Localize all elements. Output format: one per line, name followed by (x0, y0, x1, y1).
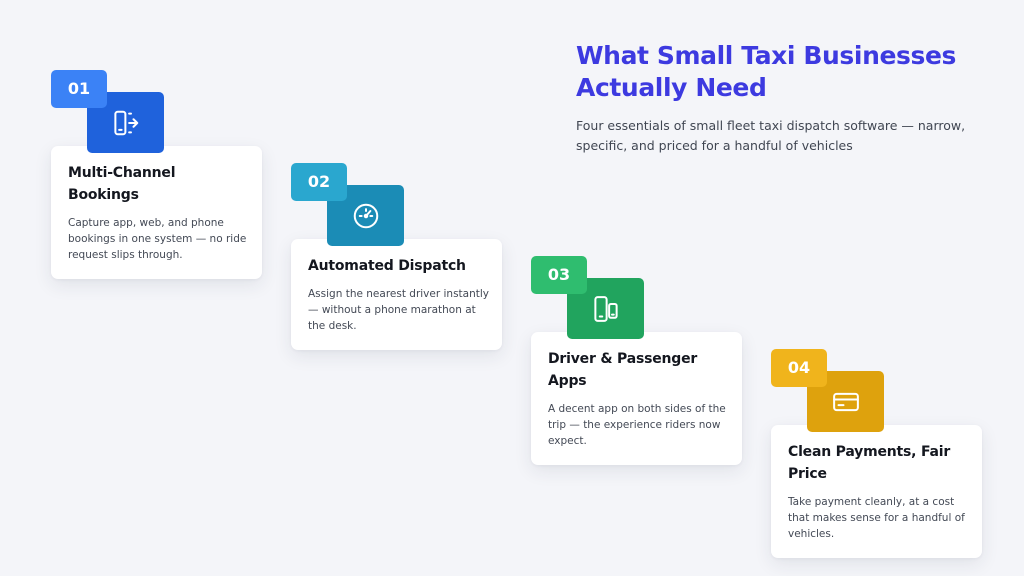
step-card: Multi-Channel Bookings Capture app, web,… (51, 146, 262, 279)
page-title-line2: Actually Need (576, 73, 767, 102)
step-title: Clean Payments, Fair Price (788, 444, 951, 482)
step-title: Driver & Passenger Apps (548, 351, 698, 389)
step-description: A decent app on both sides of the trip —… (548, 403, 726, 447)
device-transfer-icon (113, 110, 138, 135)
step-description: Assign the nearest driver instantly — wi… (308, 288, 490, 332)
step-number-badge: 04 (771, 349, 827, 387)
gauge-icon (353, 203, 378, 228)
step-description: Capture app, web, and phone bookings in … (68, 217, 247, 261)
step-title: Multi-Channel Bookings (68, 165, 176, 203)
step-card: Driver & Passenger Apps A decent app on … (531, 332, 742, 465)
page-title: What Small Taxi Businesses Actually Need (576, 40, 996, 104)
step-title: Automated Dispatch (308, 258, 466, 274)
step-number-badge: 03 (531, 256, 587, 294)
step-card: Clean Payments, Fair Price Take payment … (771, 425, 982, 558)
credit-card-icon (832, 392, 859, 411)
step-number-badge: 01 (51, 70, 107, 108)
page-subtitle: Four essentials of small fleet taxi disp… (576, 118, 966, 153)
step-description: Take payment cleanly, at a cost that mak… (788, 496, 965, 540)
two-phones-icon (593, 295, 618, 322)
page-title-line1: What Small Taxi Businesses (576, 41, 957, 70)
step-number-badge: 02 (291, 163, 347, 201)
header: What Small Taxi Businesses Actually Need… (576, 40, 996, 156)
step-card: Automated Dispatch Assign the nearest dr… (291, 239, 502, 350)
